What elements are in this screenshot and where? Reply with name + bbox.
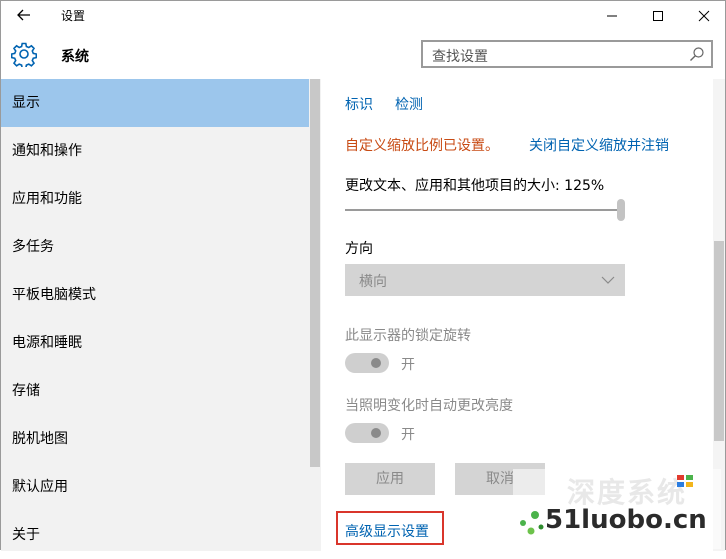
rotation-lock-state: 开 [401,357,415,373]
custom-scale-warning: 自定义缩放比例已设置。 [345,138,499,154]
sidebar-item-label: 多任务 [12,239,54,255]
scale-slider-thumb[interactable] [617,199,625,221]
sidebar-item-apps-features[interactable]: 应用和功能 [1,175,309,223]
page-title: 系统 [61,49,89,65]
watermark-leaf-icon [520,511,544,535]
sidebar-item-label: 电源和睡眠 [12,335,82,351]
minimize-icon [607,15,617,17]
orientation-label: 方向 [345,241,373,257]
maximize-icon [653,11,663,21]
rotation-lock-toggle[interactable] [345,353,389,373]
sidebar-item-offline-maps[interactable]: 脱机地图 [1,415,309,463]
sidebar-item-label: 显示 [12,95,40,111]
sidebar-item-label: 默认应用 [12,479,68,495]
search-placeholder: 查找设置 [432,49,488,65]
sidebar-item-notifications[interactable]: 通知和操作 [1,127,309,175]
detect-link[interactable]: 检测 [395,94,423,114]
sidebar-item-label: 存储 [12,383,40,399]
rotation-lock-label: 此显示器的锁定旋转 [345,328,471,344]
page-header: 系统 查找设置 [1,31,725,77]
sidebar: 显示 通知和操作 应用和功能 多任务 平板电脑模式 电源和睡眠 存储 脱机地图 … [1,79,309,551]
sidebar-item-display[interactable]: 显示 [1,79,309,127]
sidebar-item-power-sleep[interactable]: 电源和睡眠 [1,319,309,367]
toggle-knob [371,358,381,368]
apply-button[interactable]: 应用 [345,463,435,495]
sidebar-item-multitasking[interactable]: 多任务 [1,223,309,271]
back-button[interactable] [9,3,39,27]
sidebar-scrollbar[interactable] [309,79,321,551]
sidebar-item-about[interactable]: 关于 [1,511,309,559]
main-scrollbar-thumb[interactable] [714,241,724,441]
identify-link[interactable]: 标识 [345,94,373,114]
orientation-value: 横向 [359,274,387,290]
watermark-url: 51luobo.cn [545,505,707,535]
auto-brightness-state: 开 [401,427,415,443]
sidebar-item-label: 通知和操作 [12,143,82,159]
scale-slider-track[interactable] [345,209,621,211]
title-bar: 设置 [1,1,725,31]
disable-custom-scale-link[interactable]: 关闭自定义缩放并注销 [529,135,669,155]
gear-icon [11,42,37,67]
search-input[interactable]: 查找设置 [421,40,713,68]
sidebar-item-label: 关于 [12,527,40,543]
sidebar-item-storage[interactable]: 存储 [1,367,309,415]
chevron-down-icon [601,276,615,284]
scale-label: 更改文本、应用和其他项目的大小: 125% [345,178,605,194]
sidebar-item-label: 脱机地图 [12,431,68,447]
window-title: 设置 [61,9,86,23]
maximize-button[interactable] [635,1,681,31]
close-icon [698,10,710,22]
watermark-logo: 深度系统 51luobo.cn [509,469,725,549]
sidebar-item-tablet-mode[interactable]: 平板电脑模式 [1,271,309,319]
auto-brightness-label: 当照明变化时自动更改亮度 [345,398,513,414]
search-icon[interactable] [689,46,705,62]
sidebar-item-label: 平板电脑模式 [12,287,96,303]
minimize-button[interactable] [589,1,635,31]
sidebar-scrollbar-thumb[interactable] [310,79,320,467]
orientation-dropdown[interactable]: 横向 [345,264,625,296]
advanced-display-settings-link[interactable]: 高级显示设置 [345,521,429,541]
back-arrow-icon [17,9,30,21]
sidebar-item-label: 应用和功能 [12,191,82,207]
close-button[interactable] [681,1,726,31]
auto-brightness-toggle[interactable] [345,423,389,443]
toggle-knob [371,428,381,438]
watermark-flag-icon [677,475,693,487]
sidebar-item-default-apps[interactable]: 默认应用 [1,463,309,511]
